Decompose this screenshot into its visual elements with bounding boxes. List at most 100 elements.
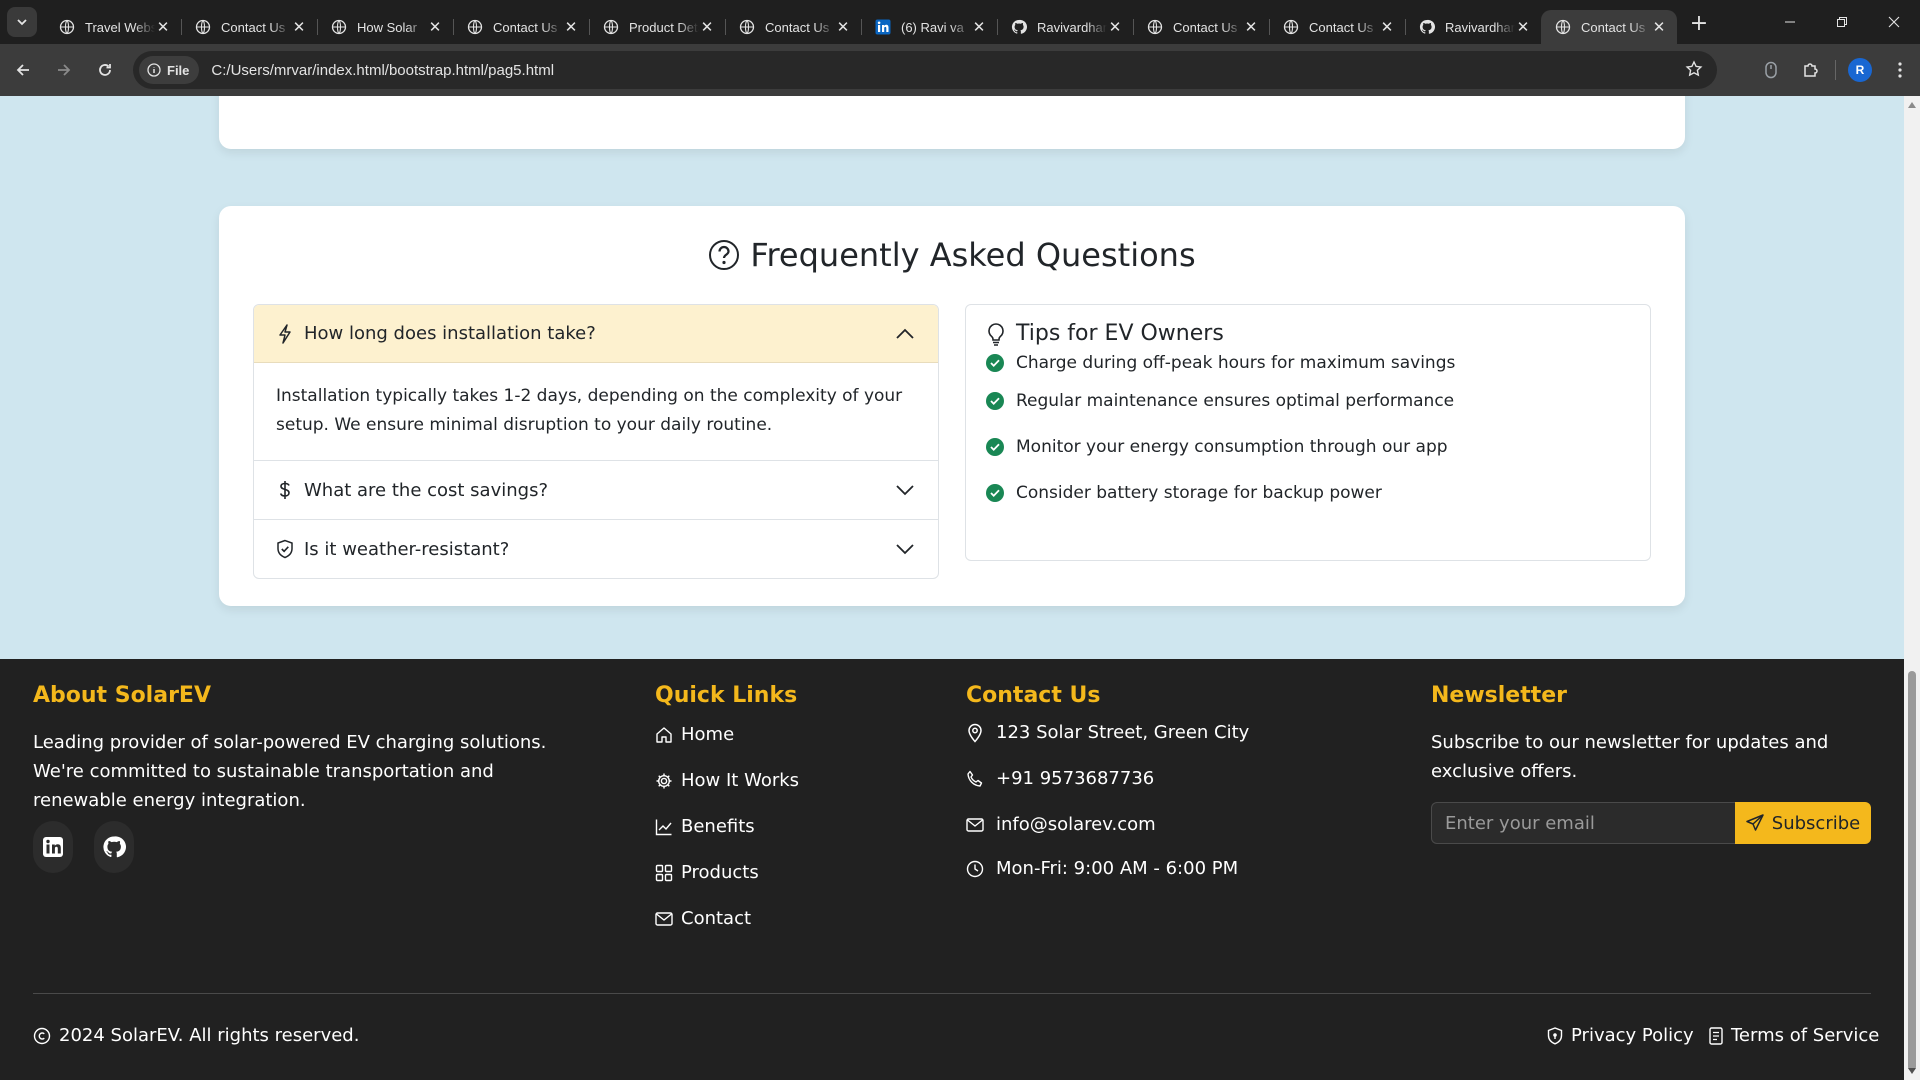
browser-tab[interactable]: Contact Us ✕ bbox=[1133, 10, 1269, 44]
faq-question-weather[interactable]: Is it weather-resistant? bbox=[254, 520, 938, 578]
browser-tab[interactable]: Ravivardhan ✕ bbox=[1405, 10, 1541, 44]
chevron-down-icon bbox=[17, 19, 27, 26]
terms-link[interactable]: Terms of Service bbox=[1709, 1025, 1879, 1046]
profile-button[interactable]: R bbox=[1840, 50, 1880, 90]
minimize-icon bbox=[1785, 21, 1795, 23]
url-text: C:/Users/mrvar/index.html/bootstrap.html… bbox=[211, 61, 555, 79]
forward-button[interactable] bbox=[46, 52, 82, 88]
tab-close-button[interactable]: ✕ bbox=[563, 18, 579, 36]
tab-close-button[interactable]: ✕ bbox=[971, 18, 987, 36]
quick-link-label: How It Works bbox=[681, 770, 800, 791]
new-tab-button[interactable]: + bbox=[1685, 9, 1713, 37]
tab-close-button[interactable]: ✕ bbox=[291, 18, 307, 36]
terms-label: Terms of Service bbox=[1731, 1025, 1880, 1046]
scroll-thumb[interactable] bbox=[1908, 671, 1916, 1071]
faq-item-cost: What are the cost savings? bbox=[254, 460, 938, 519]
scroll-down-icon[interactable] bbox=[1908, 1068, 1916, 1074]
bookmark-star-button[interactable] bbox=[1685, 60, 1703, 82]
quick-link-how-it-works[interactable]: How It Works bbox=[655, 770, 799, 791]
shield-check-icon bbox=[276, 539, 294, 559]
quick-link-contact[interactable]: Contact bbox=[655, 908, 751, 929]
github-link[interactable] bbox=[94, 821, 134, 873]
linkedin-link[interactable] bbox=[33, 821, 73, 873]
tab-close-button[interactable]: ✕ bbox=[427, 18, 443, 36]
minimize-button[interactable] bbox=[1764, 0, 1816, 44]
faq-question-cost[interactable]: What are the cost savings? bbox=[254, 461, 938, 519]
contact-phone-text: +91 9573687736 bbox=[996, 768, 1155, 789]
browser-toolbar: File C:/Users/mrvar/index.html/bootstrap… bbox=[0, 44, 1920, 96]
quick-link-label: Contact bbox=[681, 908, 752, 929]
browser-tab[interactable]: Contact Us ✕ bbox=[725, 10, 861, 44]
browser-tab[interactable]: Contact Us ✕ bbox=[1541, 10, 1677, 44]
address-bar[interactable]: File C:/Users/mrvar/index.html/bootstrap… bbox=[133, 51, 1717, 89]
extensions-button[interactable] bbox=[1791, 50, 1831, 90]
map-pin-icon bbox=[966, 723, 984, 743]
chevron-down-icon bbox=[894, 484, 916, 496]
tab-close-button[interactable]: ✕ bbox=[155, 18, 171, 36]
github-icon bbox=[1011, 19, 1027, 35]
menu-button[interactable] bbox=[1880, 50, 1920, 90]
newsletter-email-input[interactable] bbox=[1431, 802, 1735, 844]
copyright: 2024 SolarEV. All rights reserved. bbox=[33, 1025, 359, 1046]
subscribe-button[interactable]: Subscribe bbox=[1735, 802, 1871, 844]
tab-close-button[interactable]: ✕ bbox=[835, 18, 851, 36]
tab-title: Contact Us bbox=[493, 19, 558, 35]
contact-email[interactable]: info@solarev.com bbox=[966, 814, 1156, 835]
lightning-icon bbox=[276, 323, 294, 344]
globe-icon bbox=[1147, 19, 1163, 35]
privacy-policy-link[interactable]: Privacy Policy bbox=[1547, 1025, 1694, 1046]
faq-question-label: How long does installation take? bbox=[304, 323, 596, 344]
tab-close-button[interactable]: ✕ bbox=[1379, 18, 1395, 36]
contact-phone[interactable]: +91 9573687736 bbox=[966, 768, 1154, 789]
browser-tab[interactable]: Ravivardhan ✕ bbox=[997, 10, 1133, 44]
tab-close-button[interactable]: ✕ bbox=[1243, 18, 1259, 36]
browser-tab[interactable]: Contact Us ✕ bbox=[181, 10, 317, 44]
tab-title: Ravivardhan bbox=[1445, 19, 1515, 35]
tab-close-button[interactable]: ✕ bbox=[1107, 18, 1123, 36]
browser-tab[interactable]: Contact Us ✕ bbox=[453, 10, 589, 44]
scroll-up-icon[interactable] bbox=[1908, 102, 1916, 108]
quick-link-products[interactable]: Products bbox=[655, 862, 759, 883]
tab-title: Contact Us bbox=[1581, 19, 1646, 35]
tips-title: Tips for EV Owners bbox=[1016, 321, 1224, 346]
newsletter-form: Subscribe bbox=[1431, 802, 1871, 844]
tab-title: Product Details bbox=[629, 19, 699, 35]
newsletter-text: Subscribe to our newsletter for updates … bbox=[1431, 732, 1829, 782]
browser-tab[interactable]: Product Details✕ bbox=[589, 10, 725, 44]
browser-tab[interactable]: Travel Website✕ bbox=[45, 10, 181, 44]
chevron-down-icon bbox=[894, 543, 916, 555]
tip-text: Regular maintenance ensures optimal perf… bbox=[1016, 391, 1455, 411]
globe-icon bbox=[739, 19, 755, 35]
tab-title: Contact Us bbox=[1173, 19, 1238, 35]
extension-mouse-button[interactable] bbox=[1751, 50, 1791, 90]
back-button[interactable] bbox=[5, 52, 41, 88]
tab-close-button[interactable]: ✕ bbox=[1515, 18, 1531, 36]
globe-icon bbox=[603, 19, 619, 35]
reload-button[interactable] bbox=[87, 52, 123, 88]
close-icon bbox=[1888, 16, 1900, 28]
browser-tab[interactable]: How Solar ✕ bbox=[317, 10, 453, 44]
site-info-chip[interactable]: File bbox=[139, 56, 200, 84]
star-icon bbox=[1685, 60, 1703, 77]
browser-tab[interactable]: (6) Ravi va ✕ bbox=[861, 10, 997, 44]
tab-close-button[interactable]: ✕ bbox=[1651, 18, 1667, 36]
tip-text: Monitor your energy consumption through … bbox=[1016, 437, 1448, 457]
close-window-button[interactable] bbox=[1868, 0, 1920, 44]
send-icon bbox=[1746, 814, 1764, 832]
quick-link-home[interactable]: Home bbox=[655, 724, 734, 745]
toolbar-divider bbox=[1835, 60, 1836, 80]
page-scrollbar[interactable] bbox=[1904, 96, 1920, 1080]
page-viewport: Frequently Asked Questions How long does… bbox=[0, 96, 1904, 1080]
tab-title: Contact Us bbox=[765, 19, 830, 35]
tab-search-button[interactable] bbox=[7, 7, 37, 37]
quick-link-benefits[interactable]: Benefits bbox=[655, 816, 755, 837]
restore-button[interactable] bbox=[1816, 0, 1868, 44]
check-circle-icon bbox=[986, 484, 1004, 502]
copyright-text: 2024 SolarEV. All rights reserved. bbox=[59, 1025, 360, 1046]
tab-close-button[interactable]: ✕ bbox=[699, 18, 715, 36]
tips-panel: Tips for EV Owners Charge during off-pea… bbox=[965, 304, 1651, 561]
browser-tab[interactable]: Contact Us ✕ bbox=[1269, 10, 1405, 44]
document-icon bbox=[1709, 1026, 1723, 1045]
contact-address: 123 Solar Street, Green City bbox=[966, 722, 1249, 743]
faq-question-installation[interactable]: How long does installation take? bbox=[254, 305, 938, 363]
